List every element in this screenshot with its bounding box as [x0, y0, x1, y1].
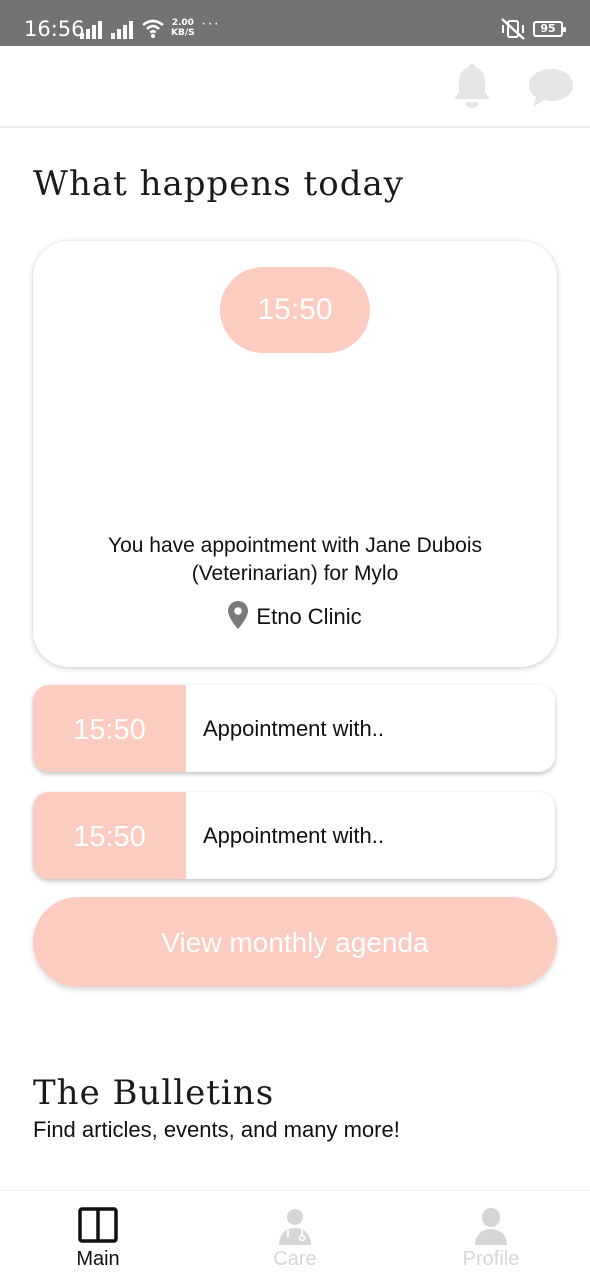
featured-location: Etno Clinic — [33, 601, 557, 630]
featured-time-badge: 15:50 — [220, 267, 370, 353]
location-name: Etno Clinic — [256, 604, 362, 629]
featured-appointment-card[interactable]: 15:50 You have appointment with Jane Dub… — [33, 241, 557, 667]
appointment-label: Appointment with.. — [203, 716, 384, 741]
bulletins-subtitle: Find articles, events, and many more! — [33, 1117, 400, 1142]
bulletins-title: The Bulletins — [33, 1073, 275, 1113]
nav-profile-label: Profile — [462, 1248, 520, 1270]
battery-indicator: 95 — [533, 21, 566, 37]
nav-profile[interactable]: Profile — [393, 1191, 589, 1280]
top-bar — [0, 46, 590, 128]
user-icon — [475, 1208, 507, 1245]
nav-care-label: Care — [273, 1248, 317, 1270]
nav-main[interactable]: Main — [0, 1191, 196, 1280]
signal-icon-2 — [111, 21, 133, 39]
chat-icon[interactable] — [527, 67, 575, 109]
nav-care[interactable]: Care — [197, 1191, 393, 1280]
today-title: What happens today — [33, 164, 404, 204]
net-speed: 2.00 KB/S — [171, 18, 195, 38]
view-monthly-agenda-button[interactable]: View monthly agenda — [33, 897, 557, 987]
appointment-row[interactable]: 15:50 Appointment with.. — [33, 792, 555, 879]
wifi-icon — [142, 19, 164, 38]
featured-description: You have appointment with Jane Dubois (V… — [108, 534, 482, 585]
nav-main-label: Main — [76, 1248, 120, 1270]
vibrate-off-icon — [501, 18, 525, 40]
net-speed-value: 2.00 — [171, 18, 194, 28]
doctor-icon — [279, 1209, 311, 1245]
net-speed-unit: KB/S — [171, 28, 195, 38]
signal-icon — [80, 21, 102, 39]
status-bar: 16:56 2.00 KB/S ··· 95 — [0, 0, 590, 46]
appointment-time: 15:50 — [33, 792, 186, 879]
book-icon — [78, 1207, 118, 1243]
appointment-row[interactable]: 15:50 Appointment with.. — [33, 685, 555, 772]
more-notifications-icon: ··· — [201, 15, 220, 32]
bottom-nav: Main Care Profile — [0, 1190, 590, 1280]
appointment-label: Appointment with.. — [203, 823, 384, 848]
bell-icon[interactable] — [450, 62, 494, 110]
appointment-time: 15:50 — [33, 685, 186, 772]
location-pin-icon — [228, 601, 249, 629]
status-time: 16:56 — [24, 17, 85, 41]
